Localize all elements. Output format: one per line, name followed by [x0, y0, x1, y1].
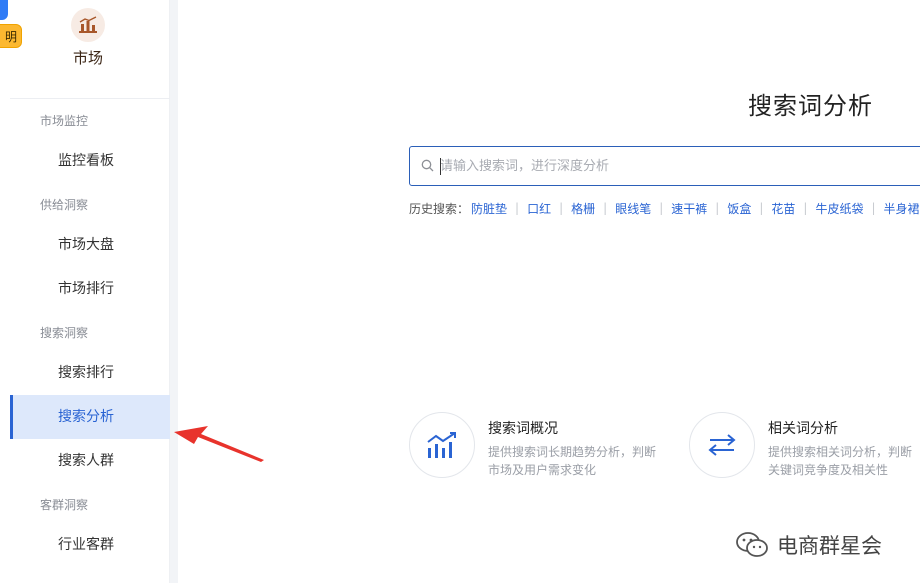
history-separator: | — [515, 201, 520, 215]
page-title: 搜索词分析 — [748, 92, 873, 120]
history-separator: | — [603, 201, 608, 215]
history-tag[interactable]: 眼线笔 — [615, 200, 651, 217]
feature-desc-overview: 提供搜索词长期趋势分析，判断市场及用户需求变化 — [488, 445, 657, 477]
trend-feature-circle[interactable] — [409, 412, 475, 478]
sidebar-item-market-ranking[interactable]: 市场排行 — [10, 267, 170, 311]
chart-building-icon — [79, 16, 97, 33]
market-label[interactable]: 市场 — [60, 47, 116, 68]
search-input[interactable] — [440, 155, 910, 177]
history-label: 历史搜索： — [409, 201, 470, 216]
watermark-text: 电商群星会 — [777, 534, 882, 558]
help-handle[interactable] — [0, 0, 8, 20]
help-tab[interactable]: 明 — [0, 24, 22, 48]
sidebar-item-search-ranking[interactable]: 搜索排行 — [10, 351, 170, 395]
wechat-icon — [736, 532, 768, 557]
history-tag[interactable]: 牛皮纸袋 — [815, 200, 863, 217]
history-separator: | — [715, 201, 720, 215]
history-separator: | — [803, 201, 808, 215]
sidebar-item-search-audience[interactable]: 搜索人群 — [10, 439, 170, 483]
search-history: 历史搜索： 防脏垫 | 口红 | 格栅 | 眼线笔 | 速干裤 | 饭盒 | 花苗 | 牛皮纸… — [409, 199, 920, 217]
feature-desc-related: 提供搜索相关词分析，判断关键词竞争度及相关性 — [768, 445, 913, 477]
app-root: 明 市场 市场监控 监控看板 供给洞察 市场大盘 市场排行 搜索洞察 搜索排行 … — [0, 0, 920, 583]
sidebar-item-market-overview[interactable]: 市场大盘 — [10, 223, 170, 267]
red-arrow-annotation — [174, 426, 264, 462]
sidebar-scrollbar[interactable] — [170, 0, 178, 583]
search-box[interactable] — [409, 146, 920, 186]
watermark: 电商群星会 — [735, 530, 882, 560]
group-market-monitor: 市场监控 — [40, 114, 89, 128]
group-search-insight: 搜索洞察 — [40, 326, 89, 340]
sidebar-item-industry-customers[interactable]: 行业客群 — [10, 523, 170, 567]
search-icon — [421, 159, 434, 172]
history-tag[interactable]: 半身裙 — [884, 200, 920, 217]
swap-arrows-icon — [708, 434, 736, 456]
history-tag[interactable]: 饭盒 — [727, 200, 751, 217]
trend-chart-icon — [427, 432, 456, 458]
group-customer-insight: 客群洞察 — [40, 498, 89, 512]
history-separator: | — [559, 201, 564, 215]
text-caret — [440, 158, 441, 175]
history-tag[interactable]: 格栅 — [571, 200, 595, 217]
history-separator: | — [759, 201, 764, 215]
history-tag[interactable]: 口红 — [527, 200, 551, 217]
history-tag[interactable]: 花苗 — [771, 200, 795, 217]
history-separator: | — [871, 201, 876, 215]
group-supply-insight: 供给洞察 — [40, 198, 89, 212]
sidebar-item-search-analysis[interactable]: 搜索分析 — [10, 395, 170, 439]
related-feature-circle[interactable] — [689, 412, 755, 478]
market-icon[interactable] — [71, 8, 105, 42]
feature-title-related[interactable]: 相关词分析 — [768, 418, 838, 438]
sidebar-divider — [10, 98, 170, 99]
feature-title-overview[interactable]: 搜索词概况 — [488, 418, 558, 438]
history-tag[interactable]: 速干裤 — [671, 200, 707, 217]
sidebar-item-monitor-board[interactable]: 监控看板 — [10, 139, 170, 183]
history-tag[interactable]: 防脏垫 — [471, 200, 507, 217]
history-separator: | — [659, 201, 664, 215]
sidebar: 明 市场 市场监控 监控看板 供给洞察 市场大盘 市场排行 搜索洞察 搜索排行 … — [0, 0, 170, 583]
